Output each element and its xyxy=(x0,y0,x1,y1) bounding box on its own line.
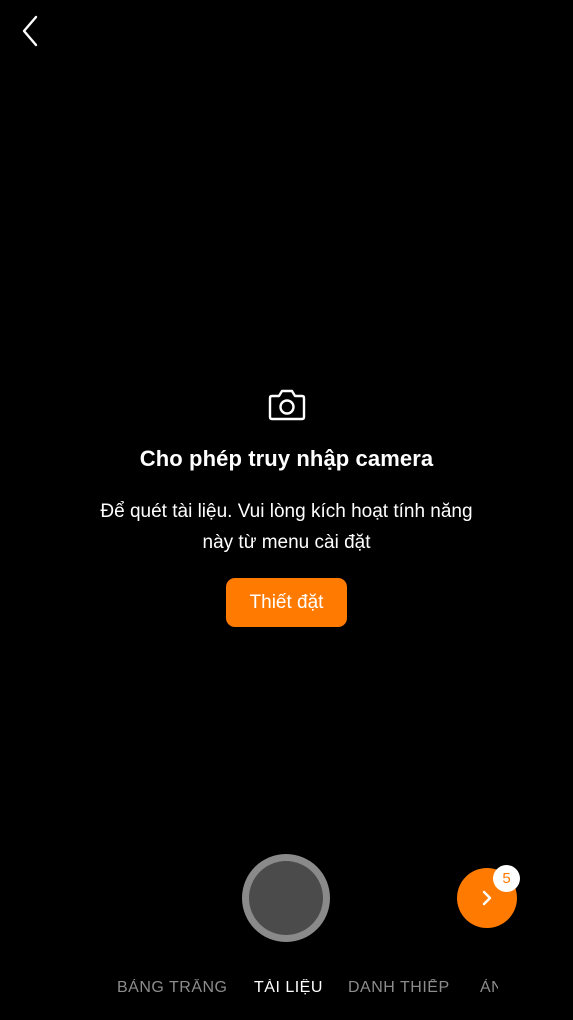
permission-title: Cho phép truy nhập camera xyxy=(139,446,434,471)
shutter-button[interactable] xyxy=(242,854,330,942)
permission-description: Để quét tài liệu. Vui lòng kích hoạt tín… xyxy=(67,496,507,558)
page-count-badge: 5 xyxy=(493,865,520,892)
settings-button[interactable]: Thiết đặt xyxy=(226,578,347,627)
capture-mode-tabs: BẢNG TRẮNG TÀI LIỆU DANH THIẾP ẢNH xyxy=(0,979,498,1003)
camera-permission-panel: Cho phép truy nhập camera Để quét tài li… xyxy=(0,386,573,627)
tab-photo[interactable]: ẢNH xyxy=(480,979,498,997)
chevron-right-icon xyxy=(482,890,492,906)
shutter-inner xyxy=(249,861,323,935)
tab-whiteboard[interactable]: BẢNG TRẮNG xyxy=(117,979,228,997)
permission-description-line1: Để quét tài liệu. Vui lòng kích hoạt tín… xyxy=(100,501,473,522)
tab-business-card[interactable]: DANH THIẾP xyxy=(348,979,450,997)
camera-icon xyxy=(268,389,305,421)
chevron-left-icon xyxy=(22,15,38,47)
back-button[interactable] xyxy=(14,12,48,50)
tab-document[interactable]: TÀI LIỆU xyxy=(254,979,323,997)
permission-description-line2: này từ menu cài đặt xyxy=(202,532,371,553)
